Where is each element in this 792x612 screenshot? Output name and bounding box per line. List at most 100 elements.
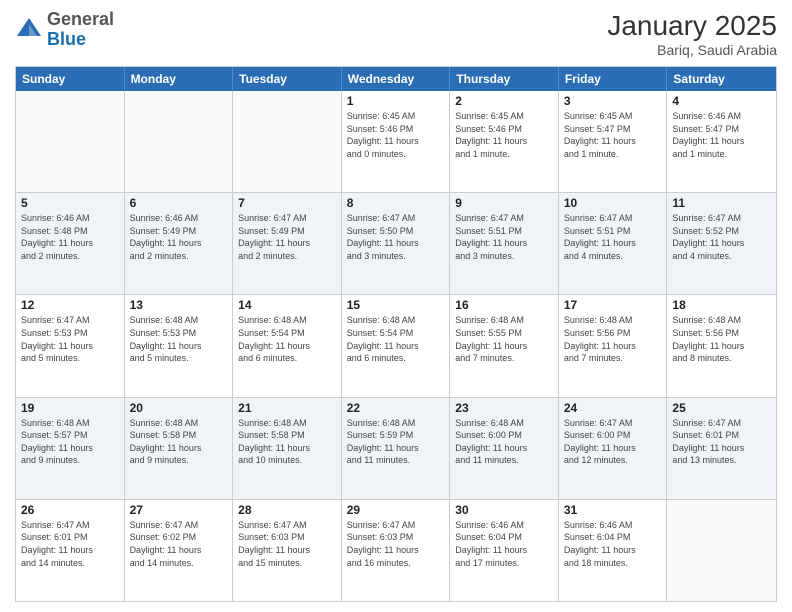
day-cell-12: 12 Sunrise: 6:47 AM Sunset: 5:53 PM Dayli…	[16, 295, 125, 396]
day-number: 6	[130, 196, 228, 210]
day-info: Sunrise: 6:48 AM Sunset: 5:58 PM Dayligh…	[238, 417, 336, 467]
header-day-thursday: Thursday	[450, 67, 559, 91]
day-cell-4: 4Sunrise: 6:46 AM Sunset: 5:47 PM Daylig…	[667, 91, 776, 192]
day-cell-20: 20 Sunrise: 6:48 AM Sunset: 5:58 PM Dayli…	[125, 398, 234, 499]
day-number: 3	[564, 94, 662, 108]
day-info: Sunrise: 6:48 AM Sunset: 5:56 PM Dayligh…	[564, 314, 662, 364]
day-number: 30	[455, 503, 553, 517]
calendar-body: 1 Sunrise: 6:45 AM Sunset: 5:46 PM Daylig…	[16, 91, 776, 601]
empty-cell	[667, 500, 776, 601]
day-info: Sunrise: 6:45 AM Sunset: 5:46 PM Dayligh…	[455, 110, 553, 160]
day-number: 24	[564, 401, 662, 415]
header-day-monday: Monday	[125, 67, 234, 91]
day-cell-18: 18Sunrise: 6:48 AM Sunset: 5:56 PM Dayli…	[667, 295, 776, 396]
month-title: January 2025	[607, 10, 777, 42]
day-info: Sunrise: 6:47 AM Sunset: 6:01 PM Dayligh…	[21, 519, 119, 569]
day-cell-24: 24 Sunrise: 6:47 AM Sunset: 6:00 PM Dayli…	[559, 398, 668, 499]
calendar-row-1: 5Sunrise: 6:46 AM Sunset: 5:48 PM Daylig…	[16, 192, 776, 294]
day-info: Sunrise: 6:48 AM Sunset: 6:00 PM Dayligh…	[455, 417, 553, 467]
day-number: 7	[238, 196, 336, 210]
day-info: Sunrise: 6:47 AM Sunset: 5:51 PM Dayligh…	[564, 212, 662, 262]
calendar: SundayMondayTuesdayWednesdayThursdayFrid…	[15, 66, 777, 602]
day-number: 13	[130, 298, 228, 312]
day-info: Sunrise: 6:48 AM Sunset: 5:58 PM Dayligh…	[130, 417, 228, 467]
location: Bariq, Saudi Arabia	[607, 42, 777, 58]
day-number: 27	[130, 503, 228, 517]
day-info: Sunrise: 6:45 AM Sunset: 5:47 PM Dayligh…	[564, 110, 662, 160]
day-info: Sunrise: 6:48 AM Sunset: 5:56 PM Dayligh…	[672, 314, 771, 364]
day-number: 31	[564, 503, 662, 517]
day-info: Sunrise: 6:48 AM Sunset: 5:59 PM Dayligh…	[347, 417, 445, 467]
header-day-sunday: Sunday	[16, 67, 125, 91]
day-cell-6: 6 Sunrise: 6:46 AM Sunset: 5:49 PM Daylig…	[125, 193, 234, 294]
day-cell-5: 5Sunrise: 6:46 AM Sunset: 5:48 PM Daylig…	[16, 193, 125, 294]
day-cell-11: 11 Sunrise: 6:47 AM Sunset: 5:52 PM Dayli…	[667, 193, 776, 294]
day-cell-26: 26Sunrise: 6:47 AM Sunset: 6:01 PM Dayli…	[16, 500, 125, 601]
day-number: 25	[672, 401, 771, 415]
day-info: Sunrise: 6:46 AM Sunset: 6:04 PM Dayligh…	[564, 519, 662, 569]
day-number: 23	[455, 401, 553, 415]
calendar-row-3: 19Sunrise: 6:48 AM Sunset: 5:57 PM Dayli…	[16, 397, 776, 499]
day-info: Sunrise: 6:48 AM Sunset: 5:57 PM Dayligh…	[21, 417, 119, 467]
header-day-tuesday: Tuesday	[233, 67, 342, 91]
day-cell-9: 9 Sunrise: 6:47 AM Sunset: 5:51 PM Daylig…	[450, 193, 559, 294]
day-info: Sunrise: 6:47 AM Sunset: 5:53 PM Dayligh…	[21, 314, 119, 364]
day-info: Sunrise: 6:47 AM Sunset: 6:03 PM Dayligh…	[347, 519, 445, 569]
logo-general: General	[47, 9, 114, 29]
day-number: 16	[455, 298, 553, 312]
header-day-wednesday: Wednesday	[342, 67, 451, 91]
day-number: 28	[238, 503, 336, 517]
day-number: 1	[347, 94, 445, 108]
day-info: Sunrise: 6:47 AM Sunset: 5:49 PM Dayligh…	[238, 212, 336, 262]
day-info: Sunrise: 6:47 AM Sunset: 6:03 PM Dayligh…	[238, 519, 336, 569]
day-number: 5	[21, 196, 119, 210]
empty-cell	[16, 91, 125, 192]
day-cell-27: 27 Sunrise: 6:47 AM Sunset: 6:02 PM Dayli…	[125, 500, 234, 601]
day-info: Sunrise: 6:48 AM Sunset: 5:53 PM Dayligh…	[130, 314, 228, 364]
day-cell-23: 23 Sunrise: 6:48 AM Sunset: 6:00 PM Dayli…	[450, 398, 559, 499]
day-number: 2	[455, 94, 553, 108]
day-number: 20	[130, 401, 228, 415]
day-number: 17	[564, 298, 662, 312]
empty-cell	[233, 91, 342, 192]
logo: General Blue	[15, 10, 114, 50]
header-day-friday: Friday	[559, 67, 668, 91]
day-info: Sunrise: 6:48 AM Sunset: 5:55 PM Dayligh…	[455, 314, 553, 364]
day-cell-8: 8Sunrise: 6:47 AM Sunset: 5:50 PM Daylig…	[342, 193, 451, 294]
day-cell-16: 16 Sunrise: 6:48 AM Sunset: 5:55 PM Dayli…	[450, 295, 559, 396]
day-number: 22	[347, 401, 445, 415]
day-info: Sunrise: 6:47 AM Sunset: 6:02 PM Dayligh…	[130, 519, 228, 569]
day-info: Sunrise: 6:47 AM Sunset: 5:51 PM Dayligh…	[455, 212, 553, 262]
day-cell-19: 19Sunrise: 6:48 AM Sunset: 5:57 PM Dayli…	[16, 398, 125, 499]
calendar-row-4: 26Sunrise: 6:47 AM Sunset: 6:01 PM Dayli…	[16, 499, 776, 601]
header-day-saturday: Saturday	[667, 67, 776, 91]
day-cell-25: 25Sunrise: 6:47 AM Sunset: 6:01 PM Dayli…	[667, 398, 776, 499]
page: General Blue January 2025 Bariq, Saudi A…	[0, 0, 792, 612]
day-info: Sunrise: 6:48 AM Sunset: 5:54 PM Dayligh…	[238, 314, 336, 364]
title-block: January 2025 Bariq, Saudi Arabia	[607, 10, 777, 58]
day-number: 29	[347, 503, 445, 517]
calendar-header: SundayMondayTuesdayWednesdayThursdayFrid…	[16, 67, 776, 91]
calendar-row-2: 12 Sunrise: 6:47 AM Sunset: 5:53 PM Dayli…	[16, 294, 776, 396]
day-number: 4	[672, 94, 771, 108]
day-info: Sunrise: 6:48 AM Sunset: 5:54 PM Dayligh…	[347, 314, 445, 364]
day-cell-21: 21Sunrise: 6:48 AM Sunset: 5:58 PM Dayli…	[233, 398, 342, 499]
day-cell-22: 22 Sunrise: 6:48 AM Sunset: 5:59 PM Dayli…	[342, 398, 451, 499]
day-cell-14: 14Sunrise: 6:48 AM Sunset: 5:54 PM Dayli…	[233, 295, 342, 396]
day-cell-30: 30Sunrise: 6:46 AM Sunset: 6:04 PM Dayli…	[450, 500, 559, 601]
day-cell-28: 28 Sunrise: 6:47 AM Sunset: 6:03 PM Dayli…	[233, 500, 342, 601]
day-number: 12	[21, 298, 119, 312]
day-number: 9	[455, 196, 553, 210]
logo-icon	[15, 16, 43, 44]
day-cell-10: 10Sunrise: 6:47 AM Sunset: 5:51 PM Dayli…	[559, 193, 668, 294]
day-info: Sunrise: 6:47 AM Sunset: 6:00 PM Dayligh…	[564, 417, 662, 467]
day-info: Sunrise: 6:46 AM Sunset: 5:49 PM Dayligh…	[130, 212, 228, 262]
day-info: Sunrise: 6:47 AM Sunset: 5:52 PM Dayligh…	[672, 212, 771, 262]
header: General Blue January 2025 Bariq, Saudi A…	[15, 10, 777, 58]
day-number: 11	[672, 196, 771, 210]
day-info: Sunrise: 6:47 AM Sunset: 5:50 PM Dayligh…	[347, 212, 445, 262]
empty-cell	[125, 91, 234, 192]
day-info: Sunrise: 6:45 AM Sunset: 5:46 PM Dayligh…	[347, 110, 445, 160]
day-cell-3: 3 Sunrise: 6:45 AM Sunset: 5:47 PM Daylig…	[559, 91, 668, 192]
day-cell-17: 17 Sunrise: 6:48 AM Sunset: 5:56 PM Dayli…	[559, 295, 668, 396]
